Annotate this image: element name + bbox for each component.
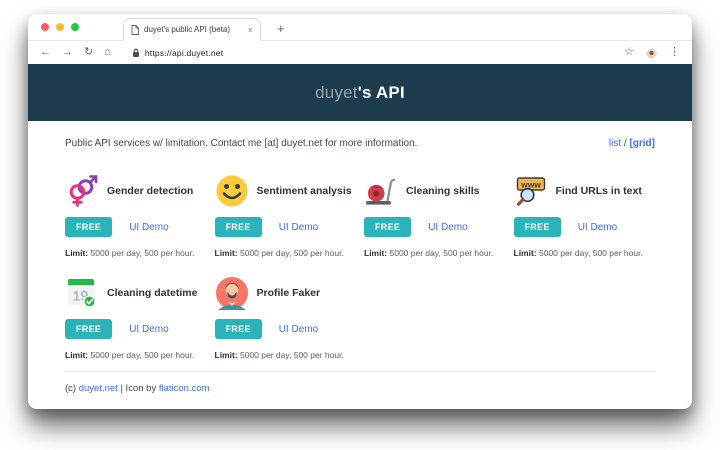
tab-close-icon[interactable]: ×: [248, 25, 253, 35]
close-window-button[interactable]: [41, 23, 49, 31]
ui-demo-link[interactable]: UI Demo: [129, 324, 168, 335]
footer-copy: (c): [65, 383, 79, 394]
vacuum-icon: [364, 174, 398, 208]
url-text: https://api.duyet.net: [144, 47, 224, 58]
profile-icon: [215, 276, 249, 310]
card-title: Cleaning datetime: [107, 287, 198, 299]
ui-demo-link[interactable]: UI Demo: [279, 222, 318, 233]
api-card: www Find URLs in text FREE UI Demo Limit…: [513, 173, 656, 258]
fullscreen-window-button[interactable]: [71, 23, 79, 31]
free-badge[interactable]: FREE: [214, 217, 262, 237]
api-grid: Gender detection FREE UI Demo Limit: 500…: [65, 173, 655, 360]
browser-window: duyet's public API (beta) × + ← → ↻ ⌂ ht…: [28, 14, 692, 409]
page-title: duyet's API: [315, 83, 405, 103]
lock-icon: [132, 48, 139, 57]
free-badge[interactable]: FREE: [513, 217, 561, 237]
ui-demo-link[interactable]: UI Demo: [279, 324, 318, 335]
limit-label: Limit:: [65, 248, 89, 258]
minimize-window-button[interactable]: [56, 23, 64, 31]
api-card: 19 Cleaning datetime FREE UI Demo Limit:…: [65, 275, 207, 360]
address-bar[interactable]: https://api.duyet.net: [122, 48, 613, 58]
bookmark-star-icon[interactable]: ☆: [624, 47, 634, 58]
api-card: Profile Faker FREE UI Demo Limit: 5000 p…: [214, 275, 357, 360]
svg-text:www: www: [520, 179, 541, 189]
ui-demo-link[interactable]: UI Demo: [578, 222, 617, 233]
limit-text: 5000 per day, 500 per hour.: [237, 350, 344, 360]
ui-demo-link[interactable]: UI Demo: [129, 222, 168, 233]
api-card: Sentiment analysis FREE UI Demo Limit: 5…: [214, 173, 357, 258]
view-grid-link[interactable]: [grid]: [629, 138, 655, 149]
card-title: Gender detection: [107, 185, 194, 197]
api-card: Cleaning skills FREE UI Demo Limit: 5000…: [364, 173, 506, 258]
reload-icon[interactable]: ↻: [84, 47, 93, 58]
tab-title: duyet's public API (beta): [144, 25, 231, 34]
forward-icon[interactable]: →: [62, 47, 73, 58]
card-title: Cleaning skills: [406, 185, 480, 197]
back-icon[interactable]: ←: [40, 47, 51, 58]
ui-demo-link[interactable]: UI Demo: [428, 222, 467, 233]
limit-label: Limit:: [214, 350, 238, 360]
view-switch: list / [grid]: [609, 138, 655, 149]
home-icon[interactable]: ⌂: [104, 47, 111, 58]
card-title: Find URLs in text: [555, 185, 642, 197]
calendar-icon: 19: [65, 276, 99, 310]
limit-label: Limit:: [364, 248, 388, 258]
site-header: duyet's API: [28, 64, 692, 121]
new-tab-button[interactable]: +: [277, 21, 285, 36]
page-title-muted: duyet: [315, 82, 358, 102]
browser-toolbar: ← → ↻ ⌂ https://api.duyet.net ☆ ⋮: [28, 41, 692, 64]
footer-duyet-link[interactable]: duyet.net: [79, 383, 118, 394]
footer-flaticon-link[interactable]: flaticon.com: [159, 383, 210, 394]
window-controls: [41, 23, 79, 31]
limit-label: Limit:: [513, 248, 537, 258]
limit-label: Limit:: [214, 248, 238, 258]
view-list-link[interactable]: list: [609, 138, 621, 149]
card-title: Sentiment analysis: [256, 185, 352, 197]
free-badge[interactable]: FREE: [364, 217, 412, 237]
limit-text: 5000 per day, 500 per hour.: [237, 248, 344, 258]
smiley-icon: [215, 174, 249, 208]
page-favicon-icon: [131, 24, 139, 35]
card-limit: Limit: 5000 per day, 500 per hour.: [514, 248, 656, 258]
card-limit: Limit: 5000 per day, 500 per hour.: [215, 248, 357, 258]
card-limit: Limit: 5000 per day, 500 per hour.: [364, 248, 506, 258]
page-footer: (c) duyet.net | Icon by flaticon.com: [65, 372, 655, 409]
free-badge[interactable]: FREE: [65, 217, 113, 237]
page-title-strong: 's API: [357, 82, 405, 102]
gender-icon: [65, 174, 99, 208]
card-title: Profile Faker: [256, 287, 321, 299]
api-card: Gender detection FREE UI Demo Limit: 500…: [65, 173, 207, 258]
free-badge[interactable]: FREE: [65, 319, 113, 339]
limit-text: 5000 per day, 500 per hour.: [88, 350, 195, 360]
limit-text: 5000 per day, 500 per hour.: [536, 248, 643, 258]
limit-text: 5000 per day, 500 per hour.: [387, 248, 494, 258]
card-limit: Limit: 5000 per day, 500 per hour.: [215, 350, 357, 360]
page-content: Public API services w/ limitation. Conta…: [28, 121, 692, 409]
tab-bar: duyet's public API (beta) × +: [28, 14, 692, 41]
card-limit: Limit: 5000 per day, 500 per hour.: [65, 248, 207, 258]
limit-text: 5000 per day, 500 per hour.: [88, 248, 195, 258]
browser-tab[interactable]: duyet's public API (beta) ×: [123, 18, 261, 41]
free-badge[interactable]: FREE: [214, 319, 262, 339]
footer-mid: | Icon by: [117, 383, 159, 394]
browser-menu-icon[interactable]: ⋮: [669, 47, 680, 58]
intro-text: Public API services w/ limitation. Conta…: [65, 138, 418, 149]
www-search-icon: www: [514, 174, 548, 208]
card-limit: Limit: 5000 per day, 500 per hour.: [65, 350, 207, 360]
limit-label: Limit:: [65, 350, 89, 360]
profile-avatar[interactable]: [646, 47, 657, 58]
